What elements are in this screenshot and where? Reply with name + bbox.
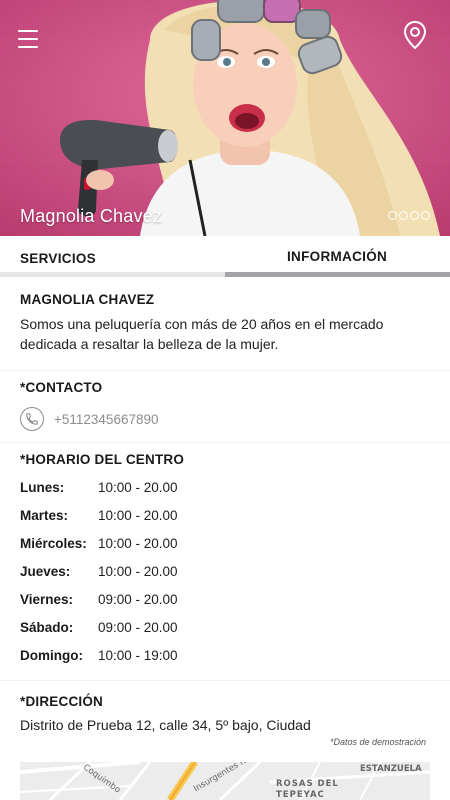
hero-image: [0, 0, 450, 236]
contact-section: *CONTACTO +5112345667890: [20, 380, 430, 431]
schedule-day: Sábado:: [20, 620, 74, 635]
address-heading: *DIRECCIÓN: [20, 694, 104, 709]
schedule-row: Domingo: 10:00 - 19:00: [20, 648, 320, 676]
hero-title: Magnolia Chavez: [20, 206, 163, 226]
tab-label: INFORMACIÓN: [287, 249, 388, 264]
carousel-dot[interactable]: [421, 211, 430, 220]
location-pin-icon[interactable]: [402, 20, 430, 50]
phone-number[interactable]: +5112345667890: [54, 412, 159, 427]
schedule-day: Jueves:: [20, 564, 71, 579]
demo-note: *Datos de demostración: [330, 737, 427, 747]
tab-label: SERVICIOS: [20, 251, 96, 266]
carousel-dot[interactable]: [388, 211, 397, 220]
schedule-day: Miércoles:: [20, 536, 87, 551]
divider: [0, 370, 450, 371]
schedule-day: Martes:: [20, 508, 69, 523]
schedule-row: Miércoles: 10:00 - 20.00: [20, 536, 320, 564]
business-description: Somos una peluquería con más de 20 años …: [20, 316, 384, 352]
business-name: MAGNOLIA CHAVEZ: [20, 292, 155, 307]
schedule-row: Sábado: 09:00 - 20.00: [20, 620, 320, 648]
tab-indicator: [0, 272, 225, 277]
schedule-heading: *HORARIO DEL CENTRO: [20, 452, 185, 467]
schedule-row: Martes: 10:00 - 20.00: [20, 508, 320, 536]
schedule-table: Lunes: 10:00 - 20.00 Martes: 10:00 - 20.…: [20, 480, 320, 676]
address-text: Distrito de Prueba 12, calle 34, 5º bajo…: [20, 717, 311, 733]
location-map[interactable]: Coquimbo Insurgentes Nte ESTANZUELA ROSA…: [20, 762, 430, 800]
schedule-day: Domingo:: [20, 648, 83, 663]
schedule-row: Jueves: 10:00 - 20.00: [20, 564, 320, 592]
carousel-indicators[interactable]: [388, 211, 430, 220]
contact-heading: *CONTACTO: [20, 380, 103, 395]
schedule-time: 09:00 - 20.00: [98, 592, 178, 607]
phone-row[interactable]: +5112345667890: [20, 407, 430, 431]
schedule-time: 10:00 - 20.00: [98, 564, 178, 579]
tab-servicios[interactable]: SERVICIOS: [0, 236, 225, 277]
address-section: *DIRECCIÓN Distrito de Prueba 12, calle …: [20, 694, 320, 735]
schedule-section: *HORARIO DEL CENTRO: [20, 452, 430, 467]
map-label: TEPEYAC: [276, 790, 325, 800]
schedule-time: 10:00 - 20.00: [98, 508, 178, 523]
map-label: ROSAS DEL: [276, 779, 339, 789]
carousel-dot[interactable]: [410, 211, 419, 220]
schedule-time: 09:00 - 20.00: [98, 620, 178, 635]
about-section: MAGNOLIA CHAVEZ Somos una peluquería con…: [20, 292, 430, 354]
schedule-day: Lunes:: [20, 480, 65, 495]
schedule-day: Viernes:: [20, 592, 74, 607]
schedule-row: Viernes: 09:00 - 20.00: [20, 592, 320, 620]
tab-indicator-active: [225, 272, 450, 277]
tab-informacion[interactable]: INFORMACIÓN: [225, 236, 450, 277]
schedule-time: 10:00 - 20.00: [98, 536, 178, 551]
divider: [0, 680, 450, 681]
divider: [0, 442, 450, 443]
hero-banner[interactable]: Magnolia Chavez: [0, 0, 450, 236]
menu-icon[interactable]: [18, 30, 38, 48]
schedule-time: 10:00 - 19:00: [98, 648, 178, 663]
schedule-row: Lunes: 10:00 - 20.00: [20, 480, 320, 508]
tab-bar: SERVICIOS INFORMACIÓN: [0, 236, 450, 277]
phone-icon[interactable]: [20, 407, 44, 431]
schedule-time: 10:00 - 20.00: [98, 480, 178, 495]
map-label: ESTANZUELA: [360, 764, 422, 774]
carousel-dot[interactable]: [399, 211, 408, 220]
